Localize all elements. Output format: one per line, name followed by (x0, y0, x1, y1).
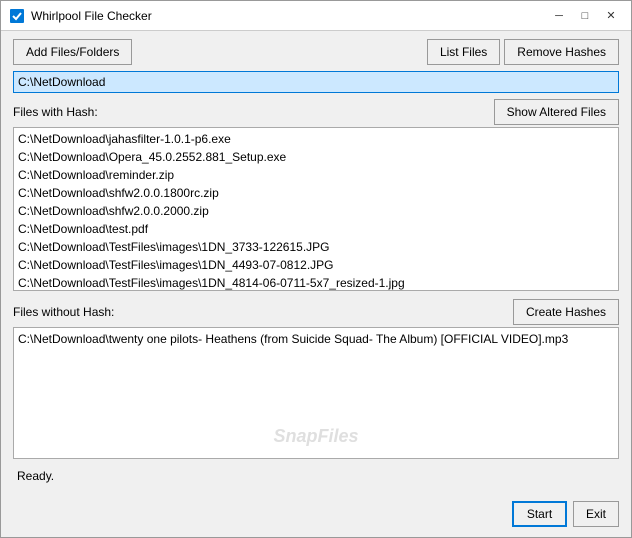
remove-hashes-button[interactable]: Remove Hashes (504, 39, 619, 65)
add-files-button[interactable]: Add Files/Folders (13, 39, 132, 65)
list-item: C:\NetDownload\shfw2.0.0.2000.zip (18, 202, 614, 220)
list-item: C:\NetDownload\twenty one pilots- Heathe… (18, 330, 614, 348)
list-item: C:\NetDownload\TestFiles\images\1DN_4493… (18, 256, 614, 274)
bottom-bar: Start Exit (1, 495, 631, 537)
list-item: C:\NetDownload\Opera_45.0.2552.881_Setup… (18, 148, 614, 166)
files-with-hash-list[interactable]: C:\NetDownload\jahasfilter-1.0.1-p6.exeC… (13, 127, 619, 291)
watermark: SnapFiles (273, 423, 358, 450)
window-controls: ─ □ ✕ (547, 4, 623, 28)
toolbar-right: List Files Remove Hashes (427, 39, 619, 65)
maximize-button[interactable]: □ (573, 4, 597, 28)
show-altered-files-button[interactable]: Show Altered Files (494, 99, 619, 125)
list-item: C:\NetDownload\TestFiles\images\1DN_4814… (18, 274, 614, 291)
status-bar: Ready. (13, 465, 619, 487)
app-icon (9, 8, 25, 24)
toolbar: Add Files/Folders List Files Remove Hash… (13, 39, 619, 65)
main-content: Add Files/Folders List Files Remove Hash… (1, 31, 631, 495)
files-without-hash-section: Files without Hash: Create Hashes C:\Net… (13, 299, 619, 459)
list-files-button[interactable]: List Files (427, 39, 500, 65)
exit-button[interactable]: Exit (573, 501, 619, 527)
window-title: Whirlpool File Checker (31, 9, 547, 23)
path-input[interactable] (13, 71, 619, 93)
minimize-button[interactable]: ─ (547, 4, 571, 28)
list-item: C:\NetDownload\TestFiles\images\1DN_3733… (18, 238, 614, 256)
start-button[interactable]: Start (512, 501, 567, 527)
list-item: C:\NetDownload\test.pdf (18, 220, 614, 238)
main-window: Whirlpool File Checker ─ □ ✕ Add Files/F… (0, 0, 632, 538)
files-with-hash-header: Files with Hash: Show Altered Files (13, 99, 619, 125)
files-without-hash-header: Files without Hash: Create Hashes (13, 299, 619, 325)
files-without-hash-label: Files without Hash: (13, 305, 114, 319)
list-item: C:\NetDownload\jahasfilter-1.0.1-p6.exe (18, 130, 614, 148)
list-item: C:\NetDownload\reminder.zip (18, 166, 614, 184)
files-without-hash-list[interactable]: C:\NetDownload\twenty one pilots- Heathe… (13, 327, 619, 459)
list-item: C:\NetDownload\shfw2.0.0.1800rc.zip (18, 184, 614, 202)
status-text: Ready. (17, 469, 54, 483)
close-button[interactable]: ✕ (599, 4, 623, 28)
title-bar: Whirlpool File Checker ─ □ ✕ (1, 1, 631, 31)
files-with-hash-label: Files with Hash: (13, 105, 98, 119)
files-with-hash-section: Files with Hash: Show Altered Files C:\N… (13, 99, 619, 291)
create-hashes-button[interactable]: Create Hashes (513, 299, 619, 325)
sections-wrapper: Files with Hash: Show Altered Files C:\N… (13, 99, 619, 459)
